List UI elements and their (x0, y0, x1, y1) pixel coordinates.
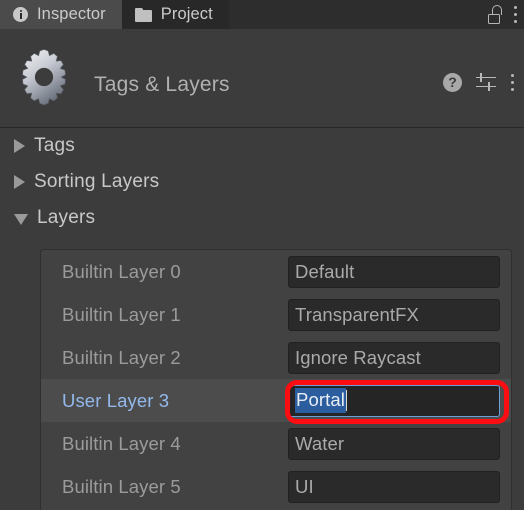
tab-project[interactable]: Project (121, 0, 229, 29)
unlocked-padlock-icon[interactable] (487, 5, 503, 24)
layer-name-input[interactable]: Ignore Raycast (288, 341, 500, 374)
kebab-dot (510, 74, 515, 78)
foldout-layers-label: Layers (37, 207, 96, 228)
layers-list: Builtin Layer 0 Default Builtin Layer 1 … (40, 249, 512, 510)
layer-index-label: Builtin Layer 2 (62, 346, 181, 368)
preset-line-bottom (476, 85, 496, 88)
table-row[interactable]: Builtin Layer 0 Default (41, 250, 511, 293)
tab-inspector[interactable]: Inspector (0, 0, 122, 29)
tab-bar-controls (487, 0, 524, 29)
folder-icon (134, 7, 152, 22)
foldout-tags[interactable]: Tags (0, 128, 524, 164)
info-circle-icon (13, 7, 28, 22)
help-question-glyph: ? (448, 74, 457, 90)
foldout-sorting-layers[interactable]: Sorting Layers (0, 164, 524, 200)
tab-inspector-label: Inspector (37, 5, 106, 23)
preset-knob-bottom (488, 82, 490, 91)
layer-name-input-focused[interactable]: Portal (288, 384, 500, 417)
kebab-menu-icon[interactable] (510, 74, 515, 91)
layer-name-value: Water (295, 432, 345, 454)
foldout-tags-label: Tags (34, 135, 75, 156)
layer-name-value: Ignore Raycast (295, 346, 421, 368)
header-icon-group: ? (443, 73, 515, 92)
layer-name-input[interactable]: Water (288, 427, 500, 460)
layer-name-input[interactable]: TransparentFX (288, 298, 500, 331)
preset-settings-icon[interactable] (476, 73, 496, 92)
table-row[interactable]: Builtin Layer 4 Water (41, 422, 511, 465)
kebab-dot (510, 87, 515, 91)
layer-name-value: UI (295, 475, 314, 497)
page-title: Tags & Layers (94, 73, 230, 96)
layer-index-label: Builtin Layer 4 (62, 432, 181, 454)
tab-project-label: Project (160, 5, 213, 23)
layer-index-label: Builtin Layer 0 (62, 260, 181, 282)
inspector-object-header: Tags & Layers ? (0, 29, 524, 128)
table-row[interactable]: Builtin Layer 5 UI (41, 465, 511, 508)
settings-body: Tags Sorting Layers Layers Builtin Layer… (0, 128, 524, 510)
unity-inspector-window: Inspector Project Tags & Layers ? Tags S… (0, 0, 524, 510)
layer-name-value: TransparentFX (295, 303, 419, 325)
table-row-selected[interactable]: User Layer 3 Portal (41, 379, 511, 422)
tab-bar-filler (228, 0, 487, 29)
text-caret (345, 390, 348, 411)
table-row[interactable]: Builtin Layer 1 TransparentFX (41, 293, 511, 336)
chevron-down-icon (14, 213, 28, 225)
kebab-dot (513, 19, 518, 23)
kebab-menu-icon[interactable] (513, 6, 518, 23)
preset-line-top (476, 76, 496, 79)
layer-index-label: Builtin Layer 5 (62, 475, 181, 497)
layer-name-value: Portal (295, 388, 346, 413)
foldout-sorting-layers-label: Sorting Layers (34, 171, 160, 192)
kebab-dot (513, 12, 518, 17)
help-question-icon[interactable]: ? (443, 73, 462, 92)
gear-icon (22, 49, 66, 106)
layer-index-label: Builtin Layer 1 (62, 303, 181, 325)
padlock-body (488, 14, 500, 24)
kebab-dot (510, 80, 515, 85)
kebab-dot (513, 6, 518, 10)
chevron-right-icon (14, 175, 25, 189)
tab-bar: Inspector Project (0, 0, 524, 29)
layer-name-input[interactable]: Default (288, 255, 500, 288)
table-row[interactable]: Builtin Layer 2 Ignore Raycast (41, 336, 511, 379)
chevron-right-icon (14, 139, 25, 153)
preset-knob-top (480, 73, 482, 82)
layer-name-input[interactable]: UI (288, 470, 500, 503)
layer-index-label: User Layer 3 (62, 389, 170, 411)
layer-name-value: Default (295, 260, 355, 282)
foldout-layers[interactable]: Layers (0, 200, 524, 236)
